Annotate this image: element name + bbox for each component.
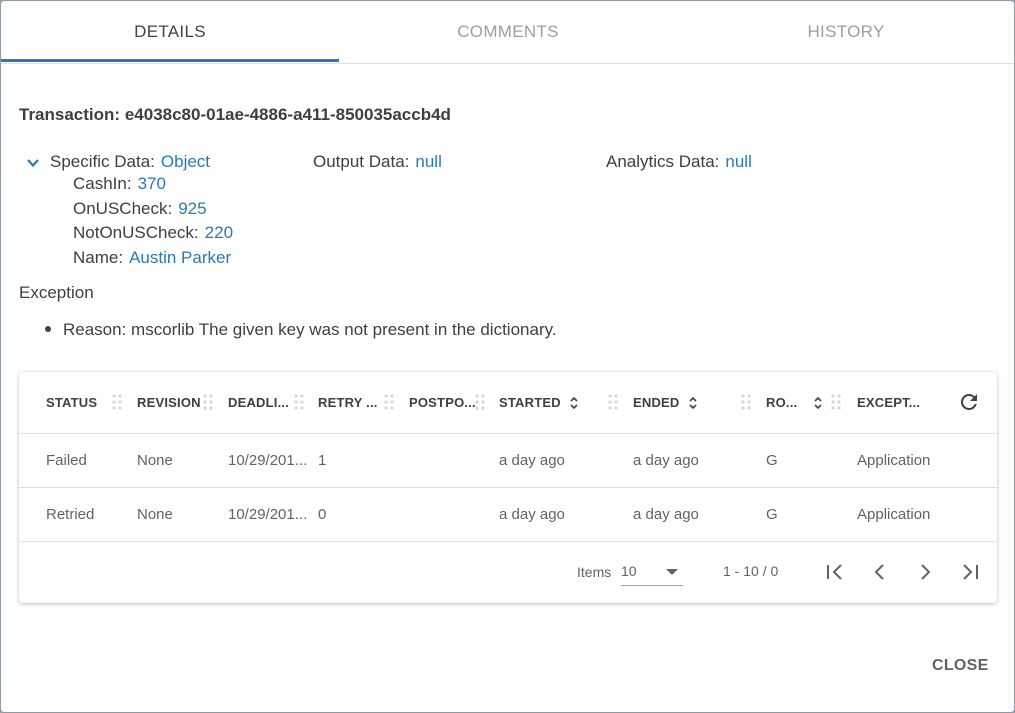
- table-row[interactable]: Failed None 10/29/201... 1 a day ago a d…: [19, 434, 997, 488]
- cell-ended: a day ago: [633, 452, 699, 469]
- tab-details[interactable]: DETAILS: [1, 1, 339, 63]
- field-label: Name:: [73, 248, 124, 267]
- cell-exception: Application: [857, 506, 931, 523]
- column-header-label: STARTED: [499, 395, 561, 410]
- drag-handle-icon[interactable]: [741, 393, 751, 411]
- analytics-data-value: null: [725, 152, 752, 171]
- drag-handle-icon[interactable]: [203, 393, 213, 411]
- column-header-label: RO...: [766, 395, 798, 410]
- sort-icon[interactable]: [813, 396, 823, 410]
- drag-handle-icon[interactable]: [384, 393, 394, 411]
- cell-status: Retried: [46, 506, 95, 523]
- cell-role: G: [766, 452, 778, 469]
- cell-status: Failed: [46, 452, 87, 469]
- refresh-icon[interactable]: [957, 390, 981, 414]
- column-header-ended[interactable]: ENDED: [633, 372, 698, 433]
- cell-exception: Application: [857, 452, 931, 469]
- last-page-icon[interactable]: [957, 559, 983, 585]
- specific-data-row[interactable]: Specific Data: Object: [50, 152, 210, 172]
- output-data-row: Output Data: null: [313, 152, 442, 172]
- sort-icon[interactable]: [688, 396, 698, 410]
- transaction-title: Transaction: e4038c80-01ae-4886-a411-850…: [19, 105, 451, 125]
- cell-deadline: 10/29/201...: [228, 506, 308, 523]
- column-header-postponed[interactable]: POSTPO...: [409, 372, 476, 433]
- cell-ended: a day ago: [633, 506, 699, 523]
- cell-revision: None: [137, 506, 173, 523]
- close-button[interactable]: CLOSE: [922, 653, 999, 679]
- drag-handle-icon[interactable]: [475, 393, 485, 411]
- cell-role: G: [766, 506, 778, 523]
- column-header-label: ENDED: [633, 395, 680, 410]
- table-row[interactable]: Retried None 10/29/201... 0 a day ago a …: [19, 488, 997, 542]
- cell-revision: None: [137, 452, 173, 469]
- exception-heading: Exception: [19, 283, 94, 302]
- field-value: 925: [178, 199, 207, 218]
- bullet-icon: [45, 325, 51, 332]
- grid-header: STATUS REVISION DEADLI... RETRY ... POST…: [19, 372, 997, 434]
- column-header-status[interactable]: STATUS: [46, 372, 97, 433]
- output-data-value: null: [415, 152, 442, 171]
- cell-retry: 0: [318, 506, 327, 523]
- history-grid: STATUS REVISION DEADLI... RETRY ... POST…: [19, 372, 997, 603]
- cell-deadline: 10/29/201...: [228, 452, 308, 469]
- drag-handle-icon[interactable]: [608, 393, 618, 411]
- field-onuscheck: OnUSCheck: 925: [73, 199, 207, 219]
- transaction-details-dialog: DETAILS COMMENTS HISTORY Transaction: e4…: [0, 0, 1015, 713]
- field-name: Name: Austin Parker: [73, 248, 231, 268]
- field-label: OnUSCheck:: [73, 199, 173, 218]
- tab-history[interactable]: HISTORY: [677, 1, 1015, 63]
- sort-icon[interactable]: [569, 396, 579, 410]
- active-tab-indicator: [1, 59, 339, 62]
- field-value: Austin Parker: [129, 248, 232, 267]
- next-page-icon[interactable]: [912, 559, 938, 585]
- first-page-icon[interactable]: [822, 559, 848, 585]
- field-value: 370: [137, 174, 166, 193]
- column-header-started[interactable]: STARTED: [499, 372, 579, 433]
- column-header-retry[interactable]: RETRY ...: [318, 372, 378, 433]
- page-size-value: 10: [621, 563, 637, 579]
- transaction-id: e4038c80-01ae-4886-a411-850035accb4d: [124, 105, 451, 124]
- column-header-role[interactable]: RO...: [766, 372, 823, 433]
- field-notonuscheck: NotOnUSCheck: 220: [73, 223, 233, 243]
- column-header-deadline[interactable]: DEADLI...: [228, 372, 289, 433]
- drag-handle-icon[interactable]: [112, 393, 122, 411]
- analytics-data-label: Analytics Data:: [606, 152, 720, 171]
- tab-comments[interactable]: COMMENTS: [339, 1, 677, 63]
- cell-started: a day ago: [499, 452, 565, 469]
- column-header-revision[interactable]: REVISION: [137, 372, 201, 433]
- dropdown-arrow-icon: [666, 569, 678, 575]
- field-cashin: CashIn: 370: [73, 174, 166, 194]
- prev-page-icon[interactable]: [867, 559, 893, 585]
- transaction-label: Transaction:: [19, 105, 121, 124]
- specific-data-value: Object: [160, 152, 211, 171]
- exception-reason-text: Reason: mscorlib The given key was not p…: [63, 320, 557, 339]
- drag-handle-icon[interactable]: [831, 393, 841, 411]
- exception-reason: Reason: mscorlib The given key was not p…: [45, 320, 557, 340]
- items-per-page-label: Items: [577, 564, 612, 580]
- drag-handle-icon[interactable]: [294, 393, 304, 411]
- cell-started: a day ago: [499, 506, 565, 523]
- page-size-select[interactable]: 10: [621, 559, 683, 586]
- analytics-data-row: Analytics Data: null: [606, 152, 752, 172]
- cell-retry: 1: [318, 452, 327, 469]
- output-data-label: Output Data:: [313, 152, 410, 171]
- field-value: 220: [204, 223, 234, 242]
- chevron-down-icon[interactable]: [25, 156, 41, 170]
- tab-bar: DETAILS COMMENTS HISTORY: [1, 1, 1014, 64]
- page-range: 1 - 10 / 0: [723, 563, 779, 579]
- field-label: CashIn:: [73, 174, 132, 193]
- field-label: NotOnUSCheck:: [73, 223, 199, 242]
- specific-data-label: Specific Data:: [50, 152, 155, 171]
- column-header-exception[interactable]: EXCEPT...: [857, 372, 920, 433]
- pager: Items 10 1 - 10 / 0: [19, 542, 997, 603]
